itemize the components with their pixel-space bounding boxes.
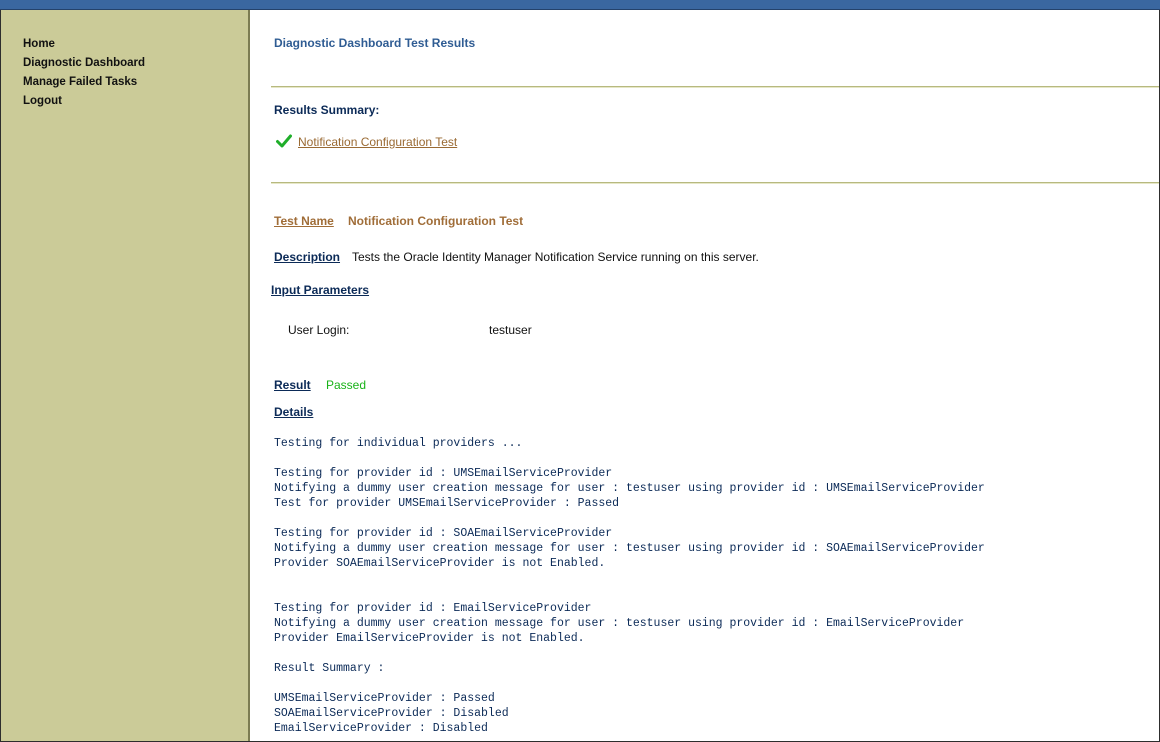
result-label: Result: [274, 378, 311, 392]
details-label: Details: [274, 405, 314, 419]
sidebar-item-manage-failed-tasks[interactable]: Manage Failed Tasks: [23, 73, 145, 92]
divider: [271, 86, 1159, 88]
sidebar-item-diagnostic-dashboard[interactable]: Diagnostic Dashboard: [23, 54, 145, 73]
sidebar-item-logout[interactable]: Logout: [23, 92, 145, 111]
description-label: Description: [274, 250, 341, 264]
details-log: Testing for individual providers ... Tes…: [274, 437, 985, 735]
description-value: Tests the Oracle Identity Manager Notifi…: [352, 250, 759, 264]
input-parameters-label: Input Parameters: [271, 283, 370, 297]
check-icon: [276, 134, 292, 148]
test-name-label: Test Name: [274, 214, 334, 228]
test-result-link[interactable]: Notification Configuration Test: [298, 135, 457, 149]
sidebar: Home Diagnostic Dashboard Manage Failed …: [1, 10, 250, 741]
divider: [271, 182, 1159, 184]
sidebar-item-home[interactable]: Home: [23, 35, 145, 54]
test-name-value: Notification Configuration Test: [348, 214, 524, 228]
param-name: User Login:: [288, 323, 350, 337]
page-title: Diagnostic Dashboard Test Results: [274, 36, 476, 50]
param-value: testuser: [489, 323, 532, 337]
sidebar-nav: Home Diagnostic Dashboard Manage Failed …: [23, 35, 145, 111]
top-banner: [0, 0, 1160, 10]
main-content: Diagnostic Dashboard Test Results Result…: [250, 10, 1159, 741]
results-summary-title: Results Summary:: [274, 103, 380, 117]
result-status: Passed: [326, 378, 367, 392]
